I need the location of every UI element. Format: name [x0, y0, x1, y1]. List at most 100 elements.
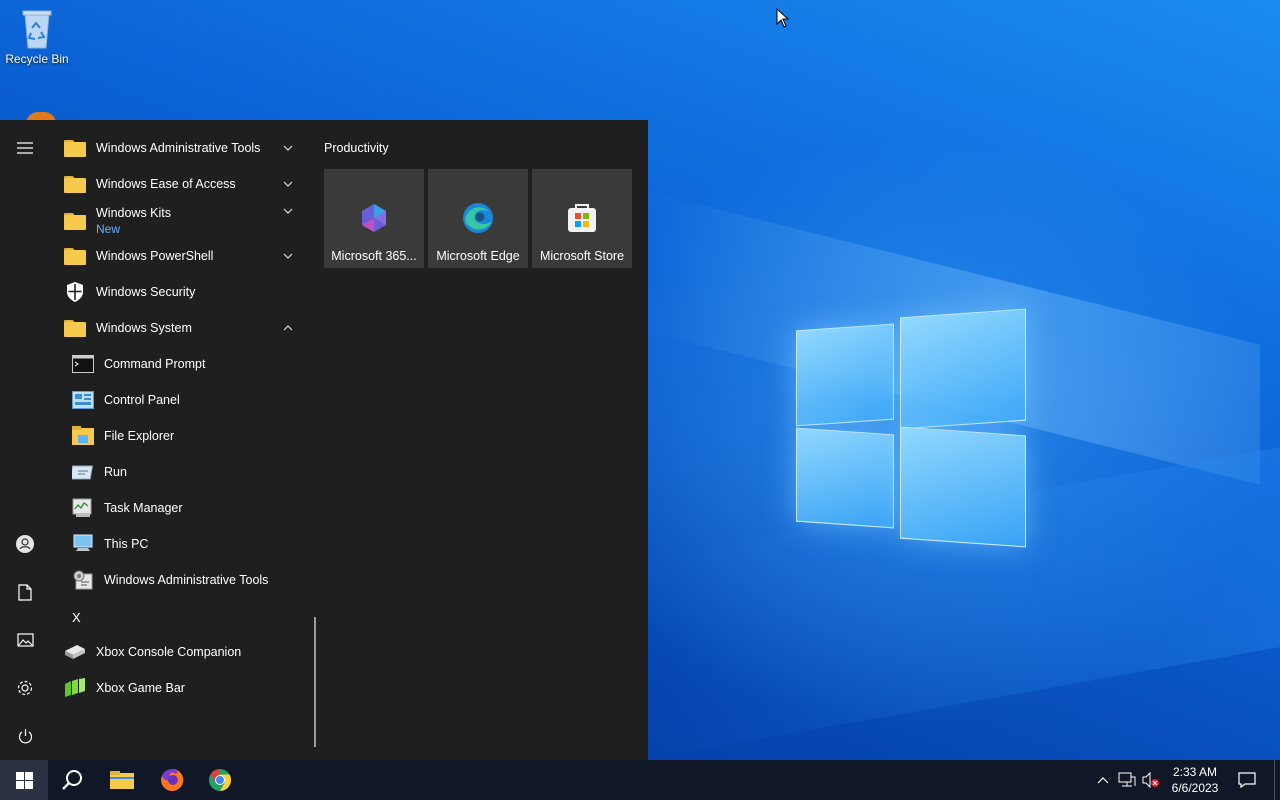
app-windows-system-folder[interactable]: Windows System [50, 311, 312, 345]
folder-icon [63, 172, 87, 196]
edge-icon [463, 203, 493, 233]
app-label: This PC [104, 537, 149, 551]
gear-icon [17, 680, 33, 696]
app-task-manager[interactable]: Task Manager [50, 491, 312, 525]
tile-label: Microsoft Store [539, 249, 625, 263]
letter-header-x[interactable]: X [72, 610, 81, 625]
firefox-icon [161, 768, 184, 791]
volume-button[interactable] [1141, 770, 1161, 790]
start-button[interactable] [0, 760, 48, 800]
power-button[interactable] [0, 716, 50, 756]
app-list-scrollbar[interactable] [314, 617, 316, 747]
mouse-cursor-icon [776, 8, 790, 28]
taskbar-chrome[interactable] [196, 760, 244, 800]
recycle-bin-label: Recycle Bin [5, 52, 69, 66]
taskbar-file-explorer[interactable] [98, 760, 146, 800]
app-label: Command Prompt [104, 357, 206, 371]
folder-icon [110, 771, 134, 789]
control-panel-icon [71, 388, 95, 412]
folder-icon [63, 244, 87, 268]
hamburger-menu-icon [17, 142, 33, 154]
desktop-icon-recycle-bin[interactable]: Recycle Bin [4, 6, 70, 66]
clock-date: 6/6/2023 [1171, 781, 1219, 795]
pictures-icon [16, 633, 34, 647]
shield-icon [63, 280, 87, 304]
app-this-pc[interactable]: This PC [50, 527, 312, 561]
xbox-console-icon [63, 640, 87, 664]
chevron-down-icon [283, 145, 293, 151]
app-label: Xbox Console Companion [96, 645, 242, 659]
tile-microsoft-edge[interactable]: Microsoft Edge [428, 169, 528, 268]
app-label: Task Manager [104, 501, 183, 515]
app-windows-administrative-tools-folder[interactable]: Windows Administrative Tools [50, 131, 312, 165]
documents-button[interactable] [0, 572, 50, 612]
chevron-up-icon [283, 325, 293, 331]
app-command-prompt[interactable]: Command Prompt [50, 347, 312, 381]
settings-button[interactable] [0, 668, 50, 708]
network-button[interactable] [1117, 770, 1137, 790]
app-label: Windows Administrative Tools [96, 141, 261, 155]
taskbar-clock[interactable]: 2:33 AM 6/6/2023 [1160, 764, 1230, 796]
app-windows-administrative-tools[interactable]: Windows Administrative Tools [50, 563, 312, 597]
app-label: Windows System [96, 321, 192, 335]
tile-label: Microsoft Edge [436, 249, 520, 263]
app-windows-powershell-folder[interactable]: Windows PowerShell [50, 239, 312, 273]
store-icon [568, 204, 596, 232]
app-label: Control Panel [104, 393, 180, 407]
this-pc-icon [71, 532, 95, 556]
action-center-icon [1238, 772, 1256, 788]
taskbar: 2:33 AM 6/6/2023 [0, 760, 1280, 800]
run-icon [71, 460, 95, 484]
tile-group-title[interactable]: Productivity [324, 141, 389, 155]
start-menu: Windows Administrative Tools Windows Eas… [0, 120, 648, 760]
app-label: Run [104, 465, 127, 479]
folder-icon [63, 316, 87, 340]
power-icon [18, 728, 32, 743]
show-desktop-button[interactable] [1274, 760, 1280, 800]
windows-logo-icon [15, 771, 33, 789]
admin-tools-icon [71, 568, 95, 592]
xbox-game-bar-icon [63, 676, 87, 700]
windows-wallpaper-logo [790, 305, 1035, 555]
account-button[interactable] [0, 524, 50, 564]
folder-icon [63, 209, 87, 233]
volume-muted-icon [1142, 772, 1159, 788]
app-label: Xbox Game Bar [96, 681, 185, 695]
start-menu-rail [0, 120, 50, 760]
recycle-bin-icon [18, 6, 56, 50]
chevron-up-icon [1097, 777, 1109, 784]
search-button[interactable] [48, 760, 96, 800]
app-file-explorer[interactable]: File Explorer [50, 419, 312, 453]
user-account-icon [16, 535, 34, 553]
app-label: Windows PowerShell [96, 249, 214, 263]
app-label: Windows Ease of Access [96, 177, 236, 191]
app-label: File Explorer [104, 429, 175, 443]
network-icon [1118, 772, 1136, 787]
app-xbox-game-bar[interactable]: Xbox Game Bar [50, 671, 312, 705]
app-list: Windows Administrative Tools Windows Eas… [50, 120, 320, 760]
tile-label: Microsoft 365... [331, 249, 417, 263]
app-windows-kits-folder[interactable]: Windows Kits New [50, 203, 312, 239]
chevron-down-icon [283, 253, 293, 259]
pictures-button[interactable] [0, 620, 50, 660]
app-control-panel[interactable]: Control Panel [50, 383, 312, 417]
command-prompt-icon [71, 352, 95, 376]
app-windows-ease-of-access-folder[interactable]: Windows Ease of Access [50, 167, 312, 201]
tile-microsoft-365[interactable]: Microsoft 365... [324, 169, 424, 268]
clock-time: 2:33 AM [1172, 765, 1218, 779]
expand-menu-button[interactable] [0, 128, 50, 168]
microsoft-365-icon [362, 204, 386, 232]
app-windows-security[interactable]: Windows Security [50, 275, 312, 309]
tile-microsoft-store[interactable]: Microsoft Store [532, 169, 632, 268]
show-hidden-icons-button[interactable] [1093, 770, 1113, 790]
document-icon [18, 583, 32, 601]
taskbar-firefox[interactable] [148, 760, 196, 800]
app-label: Windows Kits [96, 206, 172, 220]
file-explorer-icon [71, 424, 95, 448]
chevron-down-icon [283, 181, 293, 187]
chrome-icon [209, 769, 231, 791]
app-xbox-console-companion[interactable]: Xbox Console Companion [50, 635, 312, 669]
folder-icon [63, 136, 87, 160]
action-center-button[interactable] [1232, 760, 1262, 800]
app-run[interactable]: Run [50, 455, 312, 489]
